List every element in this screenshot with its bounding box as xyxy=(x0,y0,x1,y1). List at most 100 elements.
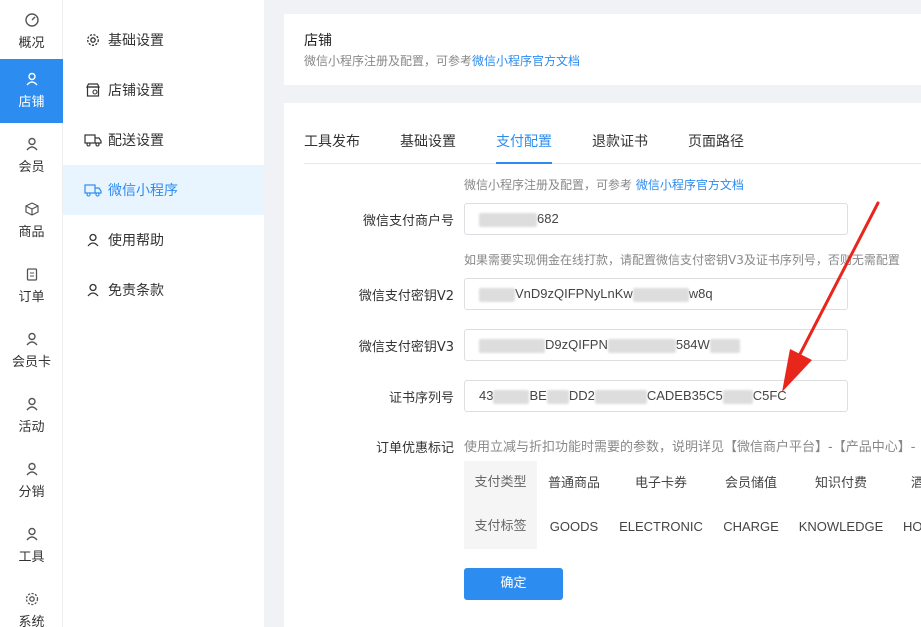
store-icon xyxy=(84,81,102,99)
discount-tag-label: 订单优惠标记 xyxy=(375,441,454,456)
truck-icon xyxy=(84,131,102,149)
tab-tool-release[interactable]: 工具发布 xyxy=(304,131,360,164)
key-v3-input[interactable]: D9zQIFPN 584W xyxy=(464,329,848,361)
key-v2-value: w8q xyxy=(688,286,713,301)
page-description: 微信小程序注册及配置，可参考微信小程序官方文档 xyxy=(304,52,580,69)
nav-label: 会员 xyxy=(18,160,45,175)
confirm-button[interactable]: 确定 xyxy=(464,568,563,600)
merchant-id-label: 微信支付商户号 xyxy=(362,214,454,229)
nav-item-tools[interactable]: 工具 xyxy=(0,514,63,578)
submenu-item-basic-settings[interactable]: 基础设置 xyxy=(63,15,264,65)
cert-serial-value: DD2 xyxy=(568,388,595,403)
submenu-label: 店铺设置 xyxy=(108,83,164,99)
tab-refund-cert[interactable]: 退款证书 xyxy=(592,131,648,164)
page-description-text: 微信小程序注册及配置，可参考 xyxy=(304,54,473,68)
nav-label: 店铺 xyxy=(18,95,45,110)
merchant-id-value: 682 xyxy=(537,211,559,226)
discount-table: 支付类型 普通商品 电子卡券 会员储值 知识付费 酒 支付标签 GOODS EL… xyxy=(464,461,921,549)
redacted-blur xyxy=(722,389,753,404)
table-cell: CHARGE xyxy=(711,505,791,549)
cert-serial-label: 证书序列号 xyxy=(388,391,454,406)
key-v2-label: 微信支付密钥V2 xyxy=(358,289,454,304)
submenu-item-store-settings[interactable]: 店铺设置 xyxy=(63,65,264,115)
primary-nav: 概况 店铺 会员 商品 订单 会员卡 活动 分销 工具 系统 xyxy=(0,0,63,627)
table-cell: GOODS xyxy=(537,505,611,549)
table-row-header: 支付类型 xyxy=(464,461,537,505)
cert-serial-value: C5FC xyxy=(752,388,787,403)
key-v3-value: 584W xyxy=(675,337,710,352)
table-row-header: 支付标签 xyxy=(464,505,537,549)
submenu-label: 配送设置 xyxy=(108,133,164,149)
user-icon xyxy=(25,72,38,86)
table-cell: 普通商品 xyxy=(537,461,611,505)
dashboard-icon xyxy=(24,13,39,27)
key-v2-value: VnD9zQIFPNyLnKw xyxy=(515,286,633,301)
table-cell: 知识付费 xyxy=(791,461,891,505)
submenu-item-wechat-miniprogram[interactable]: 微信小程序 xyxy=(63,165,264,215)
user-icon xyxy=(25,462,38,476)
nav-item-member-card[interactable]: 会员卡 xyxy=(0,319,63,383)
user-icon xyxy=(25,397,38,411)
nav-item-distribution[interactable]: 分销 xyxy=(0,449,63,513)
nav-item-orders[interactable]: 订单 xyxy=(0,254,63,318)
merchant-id-input[interactable]: 682 xyxy=(464,203,848,235)
nav-label: 概况 xyxy=(18,36,45,51)
redacted-blur xyxy=(479,212,537,227)
table-cell: 会员储值 xyxy=(711,461,791,505)
top-hint: 微信小程序注册及配置，可参考 微信小程序官方文档 xyxy=(464,176,744,193)
nav-item-overview[interactable]: 概况 xyxy=(0,0,63,64)
submenu-label: 微信小程序 xyxy=(108,183,178,199)
gear-icon xyxy=(84,31,102,49)
nav-item-activity[interactable]: 活动 xyxy=(0,384,63,448)
user-icon xyxy=(25,332,38,346)
nav-item-goods[interactable]: 商品 xyxy=(0,189,63,253)
nav-label: 订单 xyxy=(18,290,45,305)
top-hint-text: 微信小程序注册及配置，可参考 xyxy=(464,178,633,192)
v3-hint: 如果需要实现佣金在线打款，请配置微信支付密钥V3及证书序列号，否则无需配置 xyxy=(464,253,900,267)
submenu-item-delivery-settings[interactable]: 配送设置 xyxy=(63,115,264,165)
submenu-label: 使用帮助 xyxy=(108,233,164,249)
submenu-item-help[interactable]: 使用帮助 xyxy=(63,215,264,265)
redacted-blur xyxy=(479,287,515,302)
tab-page-path[interactable]: 页面路径 xyxy=(688,131,744,164)
redacted-blur xyxy=(607,338,676,353)
key-v3-value: D9zQIFPN xyxy=(545,337,608,352)
nav-label: 工具 xyxy=(18,550,45,565)
tab-basic-settings[interactable]: 基础设置 xyxy=(400,131,456,164)
nav-item-store[interactable]: 店铺 xyxy=(0,59,63,123)
nav-label: 分销 xyxy=(18,485,45,500)
nav-label: 商品 xyxy=(18,225,45,240)
docs-link[interactable]: 微信小程序官方文档 xyxy=(636,178,744,192)
page-header: 店铺 微信小程序注册及配置，可参考微信小程序官方文档 xyxy=(284,14,921,85)
cert-serial-value: 43 xyxy=(479,388,494,403)
clipboard-icon xyxy=(26,268,37,281)
table-cell: HO xyxy=(891,505,921,549)
box-icon xyxy=(24,202,39,216)
cert-serial-input[interactable]: 43 BE DD2 CADEB35C5 C5FC xyxy=(464,380,848,412)
secondary-nav: 基础设置 店铺设置 配送设置 微信小程序 使用帮助 免责条款 xyxy=(63,0,264,627)
table-cell: 电子卡券 xyxy=(611,461,711,505)
gear-icon xyxy=(25,592,38,606)
docs-link[interactable]: 微信小程序官方文档 xyxy=(472,54,580,68)
nav-label: 会员卡 xyxy=(11,355,51,370)
submenu-item-disclaimer[interactable]: 免责条款 xyxy=(63,265,264,315)
nav-item-system[interactable]: 系统 xyxy=(0,579,63,627)
cert-serial-value: BE xyxy=(529,388,547,403)
key-v2-input[interactable]: VnD9zQIFPNyLnKw w8q xyxy=(464,278,848,310)
key-v3-label: 微信支付密钥V3 xyxy=(358,340,454,355)
redacted-blur xyxy=(479,338,545,353)
redacted-blur xyxy=(493,389,530,404)
main-content: 店铺 微信小程序注册及配置，可参考微信小程序官方文档 工具发布 基础设置 支付配… xyxy=(264,0,921,627)
table-cell: 酒 xyxy=(891,461,921,505)
redacted-blur xyxy=(546,389,569,404)
nav-item-member[interactable]: 会员 xyxy=(0,124,63,188)
redacted-blur xyxy=(632,287,689,302)
user-icon xyxy=(84,231,102,249)
discount-hint: 使用立减与折扣功能时需要的参数，说明详见【微信商户平台】-【产品中心】- xyxy=(464,440,916,455)
tab-payment-config[interactable]: 支付配置 xyxy=(496,131,552,164)
truck-icon xyxy=(84,181,102,199)
user-icon xyxy=(25,527,38,541)
nav-label: 活动 xyxy=(18,420,45,435)
settings-card: 工具发布 基础设置 支付配置 退款证书 页面路径 微信小程序注册及配置，可参考 … xyxy=(284,103,921,627)
cert-serial-value: CADEB35C5 xyxy=(646,388,723,403)
